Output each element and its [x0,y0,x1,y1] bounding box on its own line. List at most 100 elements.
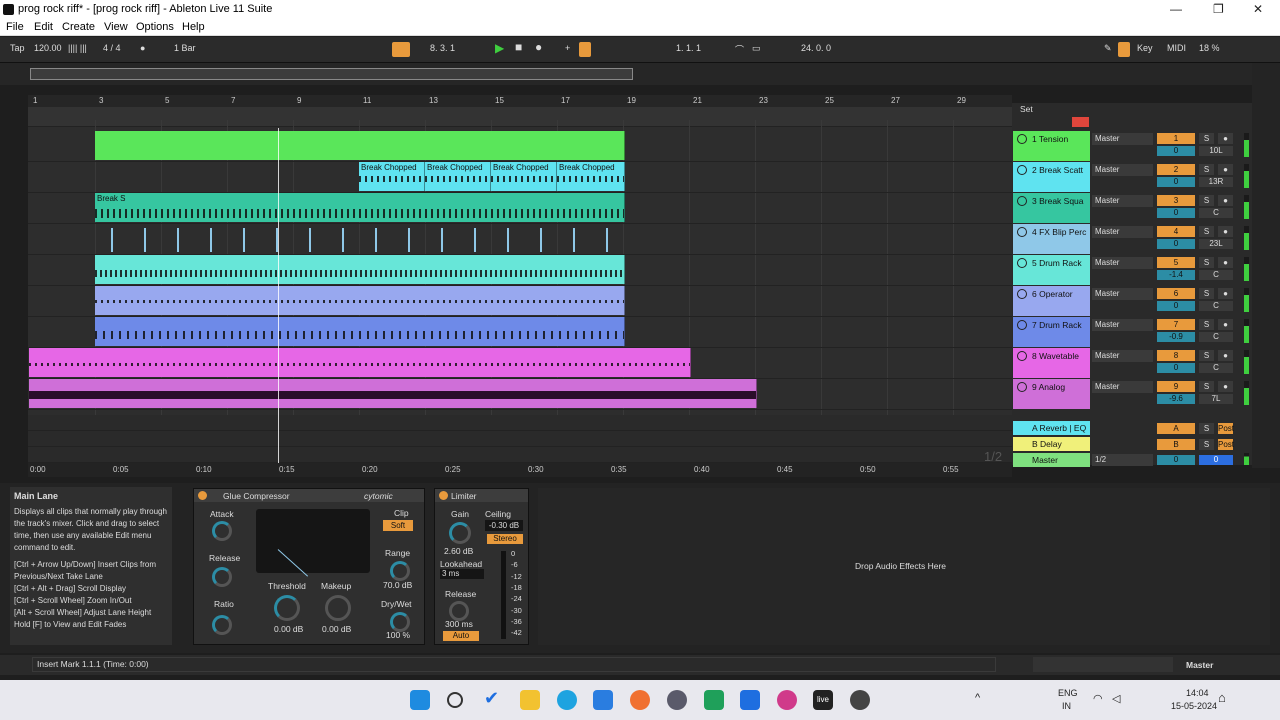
release-value[interactable]: 300 ms [445,619,473,629]
clip-analog[interactable] [29,379,757,408]
lane-drum-rack-5[interactable] [28,255,1012,286]
soft-clip-button[interactable]: Soft [383,520,413,531]
return-activator[interactable]: B [1157,439,1195,450]
track-volume[interactable]: -9.6 [1157,394,1195,404]
settings-icon[interactable] [850,690,870,710]
slack-icon[interactable] [777,690,797,710]
clock-date[interactable]: 15-05-2024 [1171,701,1217,711]
lane-analog[interactable] [28,379,1012,410]
track-arm-button[interactable]: ● [1218,164,1233,175]
track-fold-icon[interactable] [1017,320,1027,330]
track-arm-button[interactable]: ● [1218,195,1233,206]
computer-keyboard-icon[interactable] [1118,42,1130,57]
track-header-6[interactable]: 6 Operator [1013,286,1090,316]
tempo-field[interactable]: 120.00 [34,43,62,53]
master-name[interactable]: Master [1032,455,1058,465]
track-name[interactable]: 6 Operator [1032,289,1073,299]
glue-compressor-device[interactable]: Glue Compressor cytomic Attack Release R… [193,488,425,645]
track-name[interactable]: 1 Tension [1032,134,1068,144]
track-output-select[interactable]: Master [1092,226,1153,238]
track-volume[interactable]: -0.9 [1157,332,1195,342]
makeup-knob[interactable] [325,595,351,621]
track-solo-button[interactable]: S [1199,288,1214,299]
track-volume[interactable]: 0 [1157,146,1195,156]
master-volume[interactable]: 0 [1157,455,1195,465]
search-icon[interactable] [447,692,463,708]
track-activator[interactable]: 3 [1157,195,1195,206]
track-name[interactable]: 9 Analog [1032,382,1065,392]
lane-tension[interactable] [28,131,1012,162]
stereo-button[interactable]: Stereo [487,534,523,544]
clip-drum-rack-7[interactable] [95,317,625,346]
key-map-button[interactable]: Key [1137,43,1153,53]
ratio-knob[interactable] [212,615,232,635]
makeup-value[interactable]: 0.00 dB [322,624,351,634]
lane-break-squa[interactable]: Break S [28,193,1012,224]
track-activator[interactable]: 1 [1157,133,1195,144]
clip-operator[interactable] [95,286,625,315]
track-fold-icon[interactable] [1017,351,1027,361]
track-solo-button[interactable]: S [1199,381,1214,392]
track-volume[interactable]: 0 [1157,363,1195,373]
vscode-icon[interactable] [593,690,613,710]
track-output-select[interactable]: Master [1092,164,1153,176]
return-header-A[interactable]: A Reverb | EQ [1013,421,1090,435]
return-solo-button[interactable]: S [1199,439,1214,450]
track-header-5[interactable]: 5 Drum Rack [1013,255,1090,285]
loop-length[interactable]: 24. 0. 0 [801,43,831,53]
start-icon[interactable] [410,690,430,710]
track-name[interactable]: 2 Break Scatt [1032,165,1083,175]
clip-fx-blip[interactable] [95,228,625,252]
quantization-select[interactable]: 1 Bar [174,43,196,53]
follow-button[interactable] [392,42,410,57]
track-header-2[interactable]: 2 Break Scatt [1013,162,1090,192]
notifications-icon[interactable]: ⌂ [1218,690,1226,705]
maximize-icon[interactable]: ❐ [1213,2,1224,16]
firefox-icon[interactable] [630,690,650,710]
clip-break-chopped-3[interactable]: Break Chopped [491,162,557,191]
midi-map-button[interactable]: MIDI [1167,43,1186,53]
track-fold-icon[interactable] [1017,289,1027,299]
wifi-icon[interactable]: ◠ [1093,692,1103,705]
track-solo-button[interactable]: S [1199,257,1214,268]
menu-options[interactable]: Options [136,21,174,33]
track-header-7[interactable]: 7 Drum Rack [1013,317,1090,347]
lane-return-b[interactable] [28,431,1012,447]
track-fold-icon[interactable] [1017,258,1027,268]
lane-wavetable[interactable] [28,348,1012,379]
track-header-9[interactable]: 9 Analog [1013,379,1090,409]
lookahead-select[interactable]: 3 ms [440,569,484,579]
track-header-4[interactable]: 4 FX Blip Perc [1013,224,1090,254]
punch-in-icon[interactable]: ▭ [752,43,761,54]
clip-break-chopped-2[interactable]: Break Chopped [425,162,491,191]
track-name[interactable]: 7 Drum Rack [1032,320,1082,330]
return-name[interactable]: A Reverb | EQ [1032,423,1086,433]
menu-create[interactable]: Create [62,21,95,33]
glue-header[interactable]: Glue Compressor cytomic [194,489,424,502]
track-activator[interactable]: 6 [1157,288,1195,299]
language-region[interactable]: IN [1062,701,1071,711]
lane-fx-blip[interactable] [28,224,1012,255]
auto-release-button[interactable]: Auto [443,631,479,641]
drywet-knob[interactable] [390,612,410,632]
track-pan[interactable]: 13R [1199,177,1233,187]
outlook-icon[interactable] [740,690,760,710]
draw-mode-icon[interactable]: ✎ [1104,43,1112,54]
limiter-header[interactable]: Limiter [435,489,528,502]
return-activator[interactable]: A [1157,423,1195,434]
overdub-icon[interactable]: + [565,43,570,53]
loop-start[interactable]: 1. 1. 1 [676,43,701,53]
return-header-B[interactable]: B Delay [1013,437,1090,451]
threshold-knob[interactable] [274,595,300,621]
track-name[interactable]: 8 Wavetable [1032,351,1079,361]
track-activator[interactable]: 2 [1157,164,1195,175]
return-post-button[interactable]: Post [1218,439,1234,450]
overview-viewport[interactable] [30,68,633,80]
track-arm-button[interactable]: ● [1218,381,1233,392]
track-activator[interactable]: 7 [1157,319,1195,330]
lane-break-scatt[interactable]: Break Chopped Break Chopped Break Choppe… [28,162,1012,193]
metronome-icon[interactable]: ● [140,43,145,53]
track-pan[interactable]: C [1199,332,1233,342]
track-output-select[interactable]: Master [1092,350,1153,362]
spreadsheet-icon[interactable] [704,690,724,710]
